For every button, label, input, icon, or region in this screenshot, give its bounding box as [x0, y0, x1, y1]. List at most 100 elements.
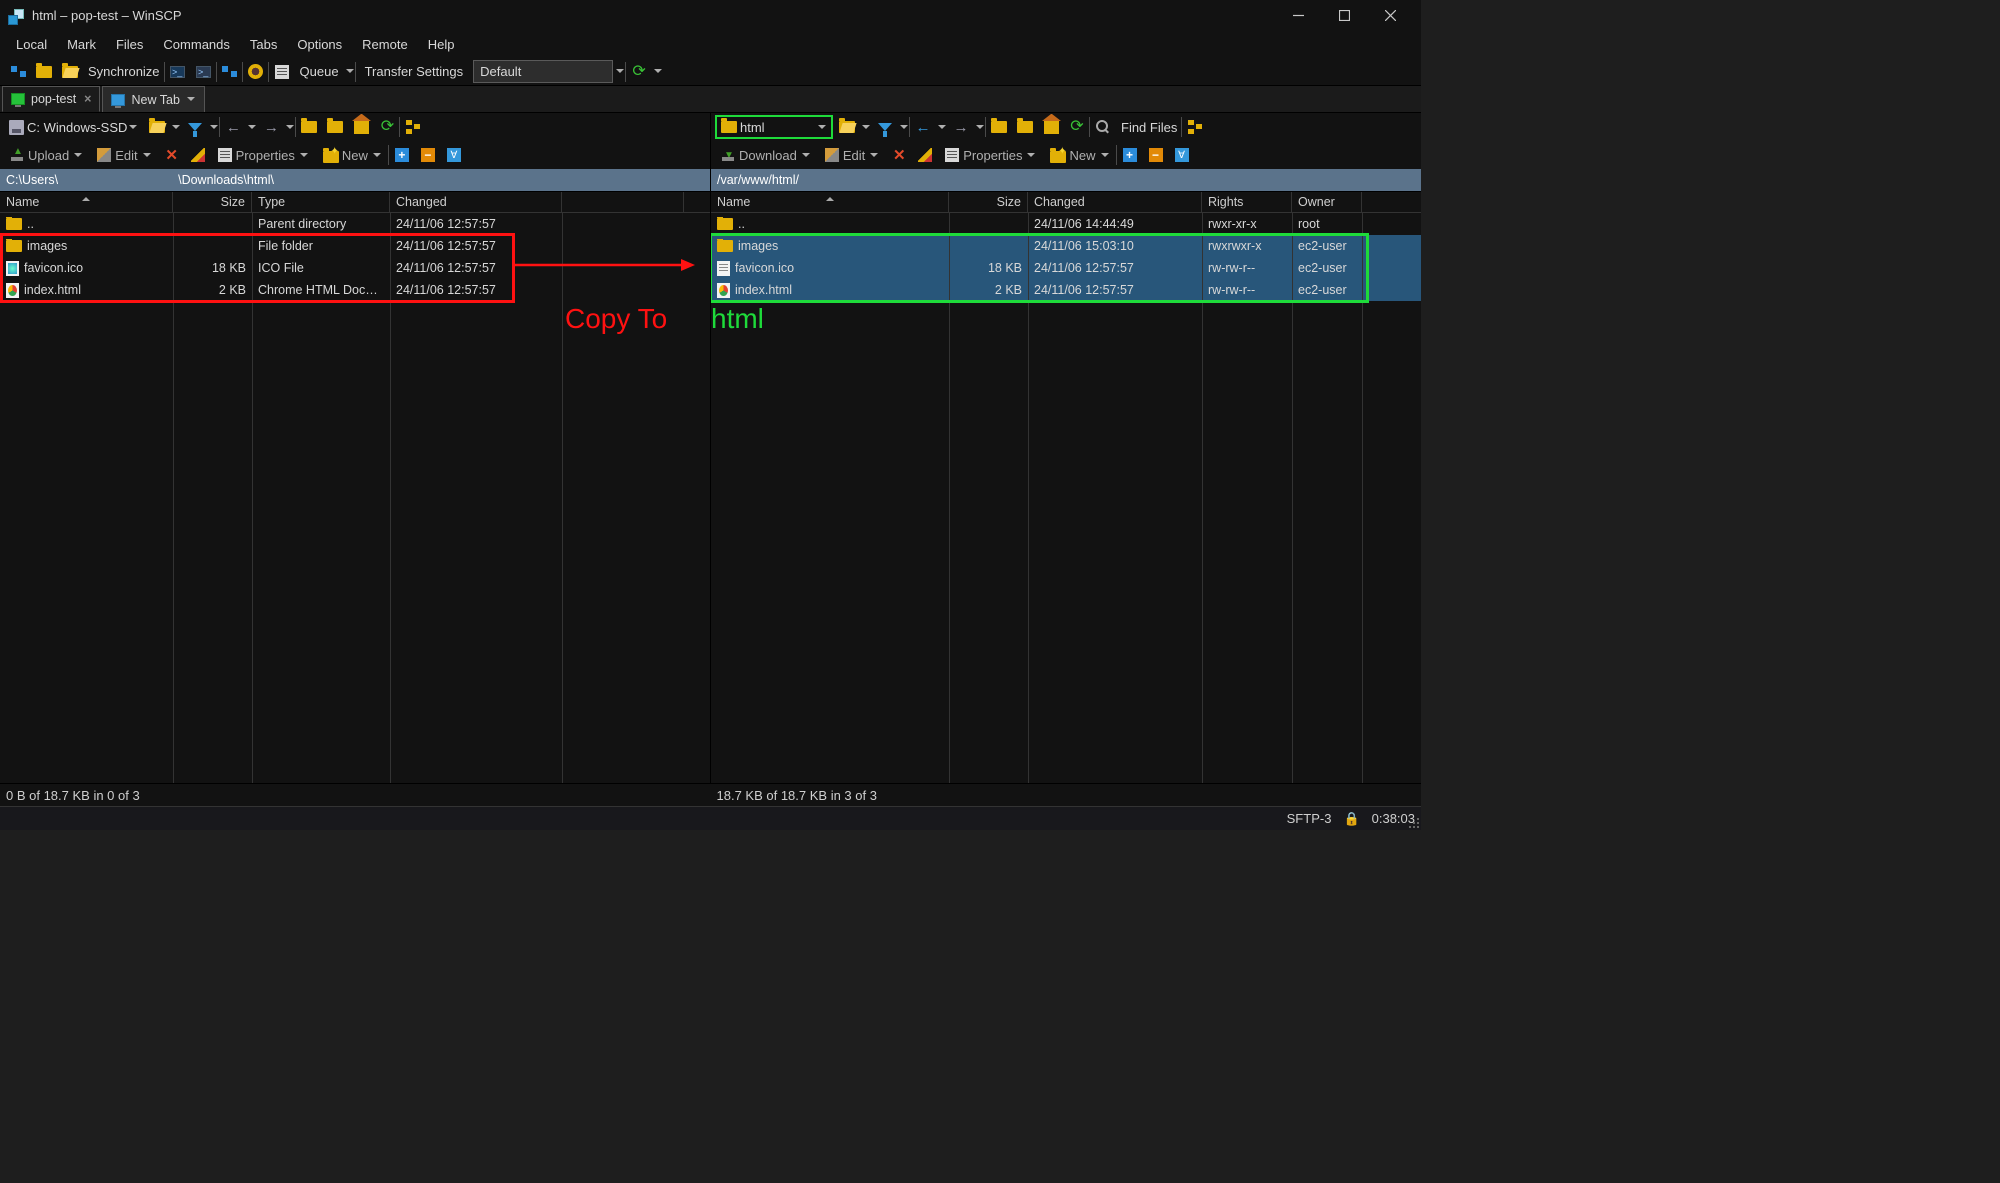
local-path[interactable]: C:\Users\\Downloads\html\ [0, 169, 710, 191]
home-icon[interactable] [1039, 115, 1063, 139]
root-folder-icon[interactable] [1013, 115, 1037, 139]
select-plus-icon[interactable]: + [390, 143, 414, 167]
menu-files[interactable]: Files [108, 34, 151, 55]
open-folder-dropdown[interactable] [861, 122, 871, 133]
parent-folder-icon[interactable] [297, 115, 321, 139]
menu-options[interactable]: Options [289, 34, 350, 55]
download-button[interactable]: Download [715, 143, 817, 167]
queue-icon[interactable] [270, 60, 294, 84]
refresh-icon[interactable]: ⟳ [375, 115, 399, 139]
find-files-button[interactable]: Find Files [1117, 120, 1181, 135]
filter-dropdown[interactable] [899, 122, 909, 133]
col-name[interactable]: Name [711, 192, 949, 212]
select-av-icon[interactable]: ∀ [1170, 143, 1194, 167]
remote-dir-combo[interactable]: html [715, 115, 833, 139]
edit-button[interactable]: Edit [91, 143, 157, 167]
settings-gear-icon[interactable] [244, 60, 268, 84]
maximize-button[interactable] [1321, 0, 1367, 31]
col-owner[interactable]: Owner [1292, 192, 1362, 212]
col-changed[interactable]: Changed [1028, 192, 1202, 212]
menu-tabs[interactable]: Tabs [242, 34, 285, 55]
back-icon[interactable]: ← [221, 115, 245, 139]
filter-dropdown[interactable] [209, 122, 219, 133]
forward-dropdown[interactable] [975, 122, 985, 133]
terminal-icon[interactable]: >_ [166, 60, 190, 84]
find-files-icon[interactable] [1091, 115, 1115, 139]
table-row[interactable]: index.html 2 KB Chrome HTML Doc… 24/11/0… [0, 279, 710, 301]
col-changed[interactable]: Changed [390, 192, 562, 212]
table-row[interactable]: index.html 2 KB 24/11/06 12:57:57 rw-rw-… [711, 279, 1421, 301]
col-size[interactable]: Size [949, 192, 1028, 212]
parent-folder-icon[interactable] [987, 115, 1011, 139]
delete-icon[interactable]: ✕ [160, 143, 184, 167]
remote-path[interactable]: /var/www/html/ [711, 169, 1421, 191]
properties-button[interactable]: Properties [212, 143, 315, 167]
close-button[interactable] [1367, 0, 1413, 31]
tree-icon[interactable] [401, 115, 425, 139]
tab-new[interactable]: New Tab [102, 86, 204, 112]
open-folder-icon[interactable] [145, 115, 169, 139]
new-button[interactable]: New [1044, 143, 1115, 167]
synchronize-button[interactable]: Synchronize [84, 64, 164, 79]
upload-button[interactable]: Upload [4, 143, 89, 167]
sync-icon[interactable] [58, 60, 82, 84]
open-folder-icon[interactable] [835, 115, 859, 139]
table-row[interactable]: favicon.ico 18 KB 24/11/06 12:57:57 rw-r… [711, 257, 1421, 279]
home-icon[interactable] [349, 115, 373, 139]
reconnect-icon[interactable]: ⟳ [627, 60, 651, 84]
transfer-settings-combo[interactable]: Default [473, 60, 613, 83]
back-icon[interactable]: ← [911, 115, 935, 139]
lock-icon[interactable]: 🔒 [1343, 811, 1359, 827]
table-row[interactable]: images 24/11/06 15:03:10 rwxrwxr-x ec2-u… [711, 235, 1421, 257]
col-rights[interactable]: Rights [1202, 192, 1292, 212]
filter-icon[interactable] [873, 115, 897, 139]
col-spare[interactable] [562, 192, 684, 212]
reconnect-dropdown[interactable] [653, 66, 663, 77]
transfer-settings-dropdown[interactable] [615, 66, 625, 77]
menu-commands[interactable]: Commands [155, 34, 237, 55]
forward-dropdown[interactable] [285, 122, 295, 133]
tree-icon[interactable] [1183, 115, 1207, 139]
new-button[interactable]: New [317, 143, 388, 167]
tab-session[interactable]: pop-test × [2, 86, 100, 112]
menu-help[interactable]: Help [420, 34, 463, 55]
table-row[interactable]: .. Parent directory 24/11/06 12:57:57 [0, 213, 710, 235]
local-file-list[interactable]: .. Parent directory 24/11/06 12:57:57 im… [0, 213, 710, 783]
menu-mark[interactable]: Mark [59, 34, 104, 55]
edit-button[interactable]: Edit [819, 143, 885, 167]
rename-icon[interactable] [186, 143, 210, 167]
table-row[interactable]: .. 24/11/06 14:44:49 rwxr-xr-x root [711, 213, 1421, 235]
forward-icon[interactable]: → [949, 115, 973, 139]
sync-browse-icon[interactable] [6, 60, 30, 84]
back-dropdown[interactable] [937, 122, 947, 133]
table-row[interactable]: images File folder 24/11/06 12:57:57 [0, 235, 710, 257]
transfer-icon[interactable] [218, 60, 242, 84]
select-av-icon[interactable]: ∀ [442, 143, 466, 167]
resize-grip[interactable] [1407, 816, 1419, 828]
queue-dropdown[interactable] [345, 66, 355, 77]
root-folder-icon[interactable] [323, 115, 347, 139]
filter-icon[interactable] [183, 115, 207, 139]
local-drive-combo[interactable]: C: Windows-SSD [4, 115, 143, 139]
new-tab-dropdown[interactable] [186, 94, 196, 105]
open-folder-dropdown[interactable] [171, 122, 181, 133]
tab-close-icon[interactable]: × [84, 92, 91, 106]
menu-remote[interactable]: Remote [354, 34, 416, 55]
select-minus-icon[interactable]: − [1144, 143, 1168, 167]
col-type[interactable]: Type [252, 192, 390, 212]
delete-icon[interactable]: ✕ [887, 143, 911, 167]
col-name[interactable]: Name [0, 192, 173, 212]
menu-local[interactable]: Local [8, 34, 55, 55]
forward-icon[interactable]: → [259, 115, 283, 139]
col-size[interactable]: Size [173, 192, 252, 212]
table-row[interactable]: favicon.ico 18 KB ICO File 24/11/06 12:5… [0, 257, 710, 279]
minimize-button[interactable] [1275, 0, 1321, 31]
queue-button[interactable]: Queue [296, 64, 343, 79]
refresh-icon[interactable]: ⟳ [1065, 115, 1089, 139]
properties-button[interactable]: Properties [939, 143, 1042, 167]
remote-file-list[interactable]: .. 24/11/06 14:44:49 rwxr-xr-x root imag… [711, 213, 1421, 783]
rename-icon[interactable] [913, 143, 937, 167]
compare-icon[interactable] [32, 60, 56, 84]
back-dropdown[interactable] [247, 122, 257, 133]
select-plus-icon[interactable]: + [1118, 143, 1142, 167]
